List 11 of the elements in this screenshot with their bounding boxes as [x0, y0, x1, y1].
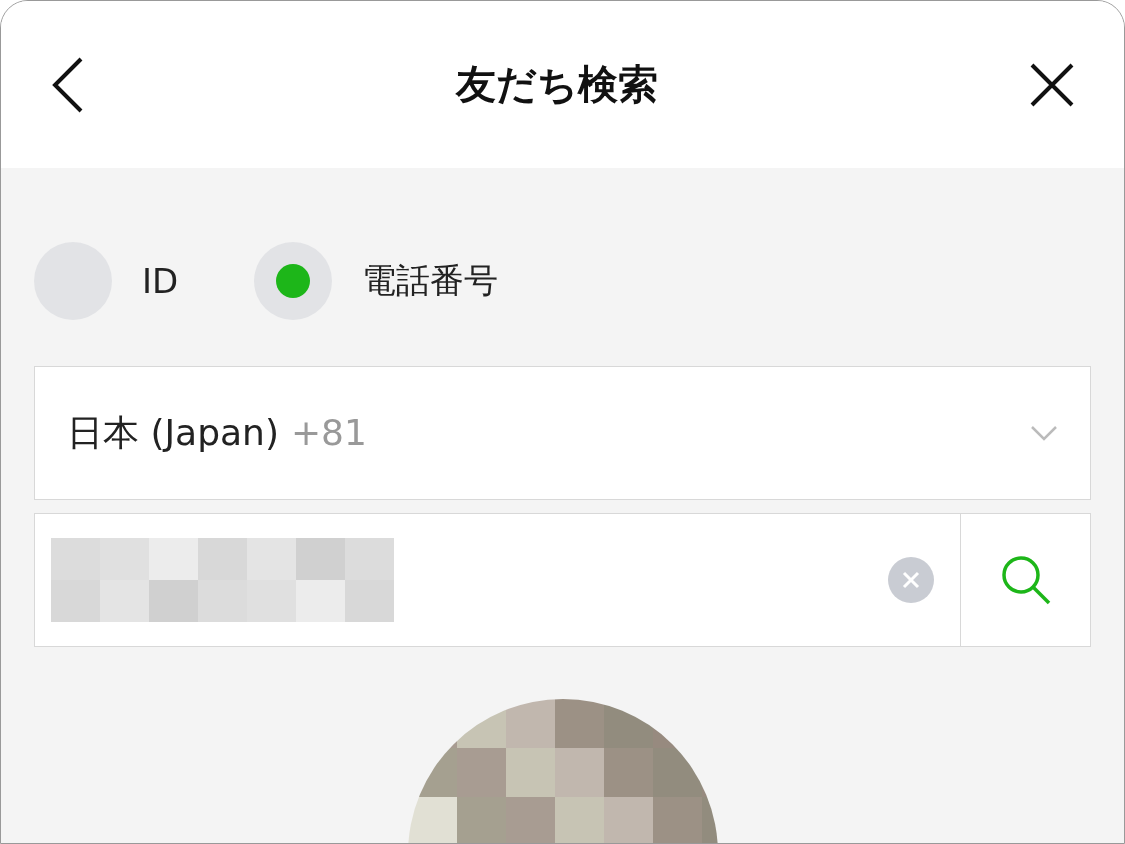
country-name: 日本 (Japan) — [67, 410, 279, 455]
country-code: +81 — [290, 411, 367, 453]
radio-option[interactable]: ID — [34, 242, 179, 320]
radio-label: 電話番号 — [362, 259, 499, 302]
country-select[interactable]: 日本 (Japan) +81 — [34, 366, 1091, 500]
chevron-down-icon — [1030, 425, 1058, 441]
radio-label: ID — [142, 261, 179, 301]
screen-title: 友だち検索 — [455, 60, 658, 109]
close-icon — [902, 571, 920, 589]
radio-option[interactable]: 電話番号 — [254, 242, 499, 320]
clear-button[interactable] — [888, 557, 934, 603]
